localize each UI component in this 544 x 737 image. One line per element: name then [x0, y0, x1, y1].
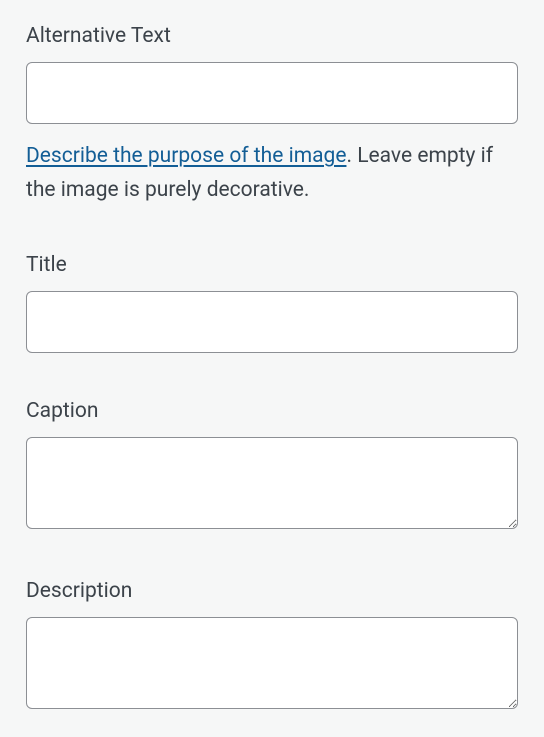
- alt-text-help: Describe the purpose of the image. Leave…: [26, 140, 518, 207]
- description-label: Description: [26, 579, 518, 603]
- description-field-group: Description: [26, 579, 518, 713]
- caption-label: Caption: [26, 399, 518, 423]
- title-input[interactable]: [26, 291, 518, 353]
- description-input[interactable]: [26, 617, 518, 709]
- alt-text-label: Alternative Text: [26, 24, 518, 48]
- title-field-group: Title: [26, 253, 518, 353]
- caption-field-group: Caption: [26, 399, 518, 533]
- title-label: Title: [26, 253, 518, 277]
- alt-text-field-group: Alternative Text Describe the purpose of…: [26, 24, 518, 207]
- alt-text-input[interactable]: [26, 62, 518, 124]
- alt-text-help-link[interactable]: Describe the purpose of the image: [26, 144, 346, 168]
- caption-input[interactable]: [26, 437, 518, 529]
- attachment-details-panel: Alternative Text Describe the purpose of…: [0, 0, 544, 737]
